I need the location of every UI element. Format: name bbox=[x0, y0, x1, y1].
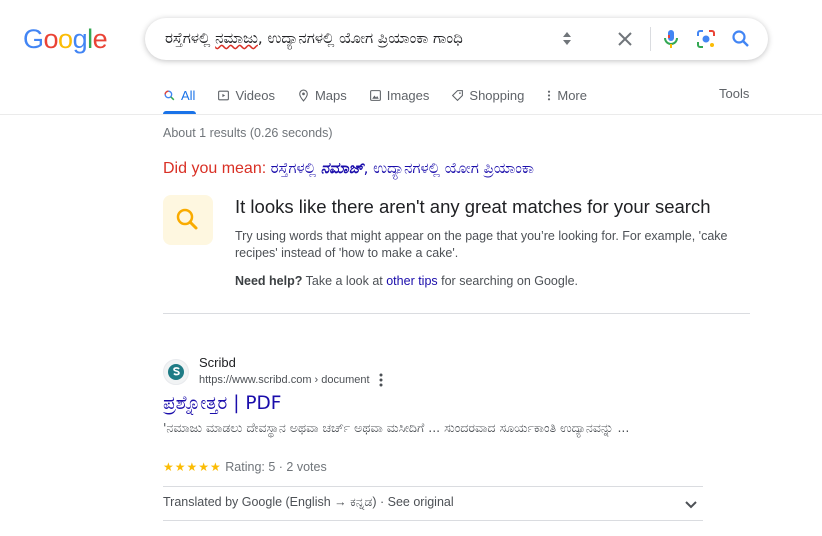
result-bottom-divider bbox=[163, 520, 703, 521]
search-tabs: All Videos Maps Images Shopping More bbox=[163, 86, 609, 116]
no-results-icon-box bbox=[163, 195, 213, 245]
result-stats: About 1 results (0.26 seconds) bbox=[163, 126, 333, 140]
header-divider bbox=[0, 114, 822, 115]
more-vertical-icon bbox=[548, 90, 551, 100]
no-results-title: It looks like there aren't any great mat… bbox=[235, 196, 711, 217]
microphone-icon[interactable] bbox=[659, 27, 683, 51]
camera-lens-icon[interactable] bbox=[694, 27, 718, 51]
did-you-mean: Did you mean: ರಸ್ತೆಗಳಲ್ಲಿ ನಮಾಜ್, ಉದ್ಯಾನಗ… bbox=[163, 159, 534, 178]
result-url[interactable]: https://www.scribd.com › document bbox=[199, 374, 370, 386]
other-tips-link[interactable]: other tips bbox=[386, 274, 437, 288]
scribd-favicon[interactable] bbox=[163, 359, 189, 385]
search-icon bbox=[176, 208, 198, 230]
tab-maps[interactable]: Maps bbox=[297, 86, 347, 104]
result-snippet: 'ನಮಾಜು ಮಾಡಲು ದೇವಸ್ಥಾನ ಅಥವಾ ಚರ್ಚ್ ಅಥವಾ ಮಸ… bbox=[163, 420, 630, 435]
image-icon bbox=[369, 89, 381, 101]
logo-letter: o bbox=[58, 24, 73, 54]
chevron-down-icon[interactable] bbox=[683, 498, 699, 512]
result-title-link[interactable]: ಪ್ರಶ್ನೋತ್ತರ | PDF bbox=[163, 393, 281, 414]
search-icon bbox=[164, 89, 175, 100]
tab-more[interactable]: More bbox=[546, 86, 587, 104]
search-input[interactable]: ರಸ್ತೆಗಳಲ್ಲಿ ನಮಾಜು, ಉದ್ಯಾನಗಳಲ್ಲಿ ಯೋಗ ಪ್ರಿ… bbox=[165, 29, 463, 47]
result-divider bbox=[163, 486, 703, 487]
no-results-description: Try using words that might appear on the… bbox=[235, 229, 728, 260]
tab-shopping[interactable]: Shopping bbox=[451, 86, 524, 104]
did-you-mean-label: Did you mean: bbox=[163, 160, 271, 177]
video-icon bbox=[218, 90, 230, 100]
logo-letter: e bbox=[92, 24, 108, 54]
more-options-icon[interactable] bbox=[376, 372, 386, 388]
section-divider bbox=[163, 313, 750, 314]
misspelled-word: ನಮಾಜು bbox=[215, 29, 258, 47]
map-pin-icon bbox=[299, 89, 308, 102]
logo-letter: G bbox=[23, 24, 44, 54]
tag-icon bbox=[452, 89, 464, 101]
logo-letter: g bbox=[72, 24, 88, 54]
translated-by-google[interactable]: Translated by Google (English → ಕನ್ನಡ) ·… bbox=[163, 495, 454, 510]
clear-icon[interactable] bbox=[613, 27, 637, 51]
result-site-name[interactable]: Scribd bbox=[199, 355, 236, 370]
tab-images[interactable]: Images bbox=[369, 86, 429, 104]
rating-text: Rating: 5 · 2 votes bbox=[225, 460, 327, 474]
rating-stars: ★★★★★ bbox=[163, 460, 222, 474]
logo-letter: o bbox=[43, 24, 59, 54]
did-you-mean-link[interactable]: ರಸ್ತೆಗಳಲ್ಲಿ ನಮಾಜ್, ಉದ್ಯಾನಗಳಲ್ಲಿ ಯೋಗ ಪ್ರಿ… bbox=[271, 159, 534, 177]
help-text: Need help? Take a look at other tips for… bbox=[235, 274, 579, 288]
tab-videos[interactable]: Videos bbox=[217, 86, 275, 104]
search-icon[interactable] bbox=[729, 27, 753, 51]
expand-arrows-icon[interactable] bbox=[562, 30, 572, 48]
tools-button[interactable]: Tools bbox=[719, 86, 749, 101]
google-logo[interactable]: Google bbox=[23, 24, 108, 55]
search-divider bbox=[650, 27, 651, 51]
search-box[interactable]: ರಸ್ತೆಗಳಲ್ಲಿ ನಮಾಜು, ಉದ್ಯಾನಗಳಲ್ಲಿ ಯೋಗ ಪ್ರಿ… bbox=[145, 18, 768, 60]
result-rating: ★★★★★ Rating: 5 · 2 votes bbox=[163, 460, 327, 474]
tab-all[interactable]: All bbox=[163, 86, 195, 104]
